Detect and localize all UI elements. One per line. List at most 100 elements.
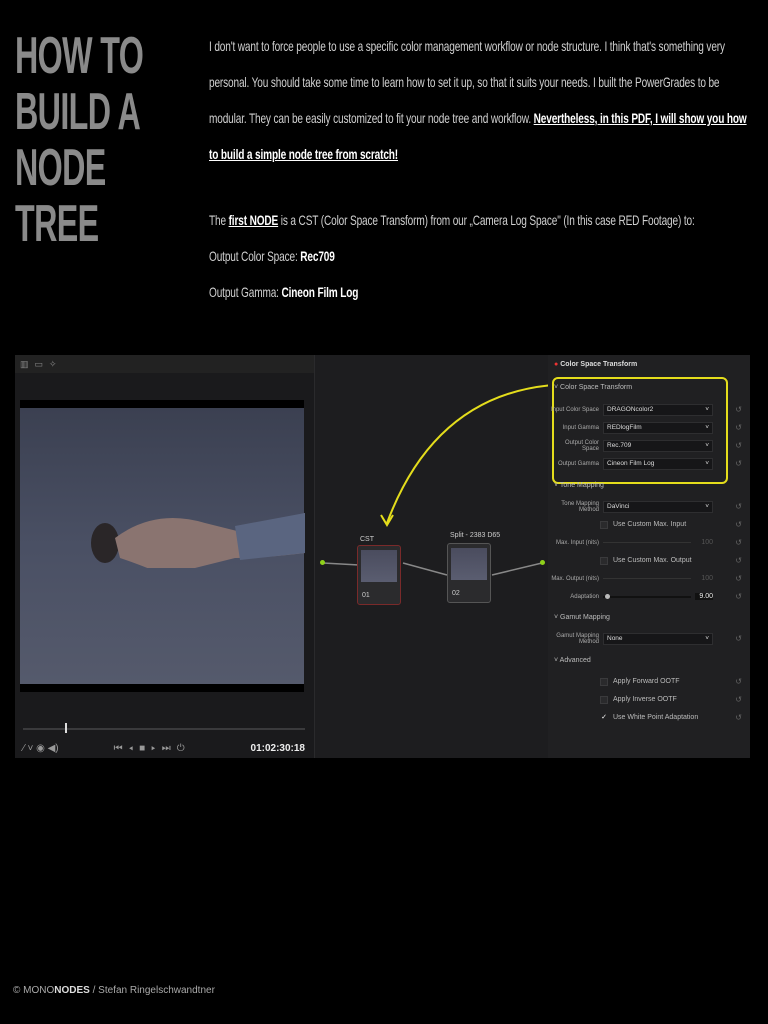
reset-icon[interactable]: ↺	[735, 695, 742, 704]
dropdown-value: DRAGONcolor2	[607, 406, 654, 413]
section-label: Advanced	[559, 657, 591, 664]
field-label: Max. Output (nits)	[551, 575, 599, 582]
field-label: Gamut Mapping Method	[556, 632, 599, 645]
reset-icon[interactable]: ↺	[735, 574, 742, 583]
dropdown[interactable]: DRAGONcolor2 ˅	[603, 403, 713, 416]
section-advanced[interactable]: ˅ Advanced	[554, 657, 591, 664]
reset-icon[interactable]: ↺	[735, 423, 742, 432]
input-dot	[320, 560, 325, 565]
first-node-link: first NODE	[228, 212, 279, 228]
checkbox-row: Use Custom Max. Input ↺	[548, 518, 750, 531]
reset-icon[interactable]: ↺	[735, 502, 742, 511]
dropdown[interactable]: Rec.709 ˅	[603, 439, 713, 452]
reset-icon[interactable]: ↺	[735, 459, 742, 468]
value[interactable]: 100	[695, 539, 713, 546]
reset-icon[interactable]: ↺	[735, 441, 742, 450]
field-label: Output Color Space	[564, 439, 599, 452]
section-cst[interactable]: ˅ Color Space Transform	[554, 384, 632, 391]
playhead[interactable]	[65, 723, 68, 733]
node-label: 01	[362, 592, 370, 599]
footer-author: / Stefan Ringelschwandtner	[89, 985, 215, 996]
wand-icon[interactable]: ✧	[49, 359, 57, 370]
value[interactable]: 100	[695, 575, 713, 582]
field-label: Tone Mapping Method	[561, 500, 599, 513]
field-label: Adaptation	[570, 593, 599, 600]
section-tone[interactable]: ˅ Tone Mapping	[554, 482, 604, 489]
figure-image	[91, 513, 305, 568]
footer-brand: NODES	[54, 985, 90, 996]
node-title: Split - 2383 D65	[450, 532, 501, 539]
transport-controls: ⁄ ˅ ◉ ◀) ⏮◂■▸⏭⏻ 01:02:30:18	[23, 741, 305, 755]
checkbox[interactable]	[600, 520, 608, 529]
dropdown-value: Cineon Film Log	[607, 460, 655, 467]
field-row: Output Color Space Rec.709 ˅ ↺	[548, 439, 750, 452]
output-dot	[540, 560, 545, 565]
reset-icon[interactable]: ↺	[735, 634, 742, 643]
checkbox[interactable]	[600, 556, 608, 565]
page-title: HOW TO BUILD A NODE TREE	[15, 28, 176, 252]
checkbox-label: Use Custom Max. Input	[613, 521, 687, 528]
frame-icon[interactable]: ▭	[35, 359, 44, 370]
viewer-panel: ▥ ▭ ✧ ⁄ ˅ ◉ ◀) ⏮◂■▸⏭⏻ 01:02:30:18	[15, 355, 315, 758]
reset-icon[interactable]: ↺	[735, 677, 742, 686]
reset-icon[interactable]: ↺	[735, 592, 742, 601]
dropdown[interactable]: DaVinci ˅	[603, 500, 713, 513]
node-cst[interactable]: 01	[357, 545, 401, 605]
playback-buttons[interactable]: ⏮◂■▸⏭⏻	[114, 743, 191, 754]
reset-icon[interactable]: ↺	[735, 556, 742, 565]
node-title: CST	[360, 536, 374, 543]
reset-icon[interactable]: ↺	[735, 520, 742, 529]
label: Output Gamma:	[209, 284, 282, 300]
section-label: Tone Mapping	[559, 482, 604, 489]
field-row: Output Gamma Cineon Film Log ˅ ↺	[548, 457, 750, 470]
section-label: Gamut Mapping	[560, 614, 610, 621]
reset-icon[interactable]: ↺	[735, 713, 742, 722]
checkbox-checked[interactable]: ✓	[600, 714, 608, 722]
checkbox-label: Use White Point Adaptation	[613, 714, 699, 721]
checkbox-label: Apply Forward OOTF	[613, 678, 680, 685]
node-editor: CST 01 Split - 2383 D65 02	[315, 355, 548, 758]
reset-icon[interactable]: ↺	[735, 538, 742, 547]
checkbox[interactable]	[600, 677, 608, 686]
field-row: Tone Mapping Method DaVinci ˅ ↺	[548, 500, 750, 513]
inspector-panel: ● Color Space Transform ˅ Color Space Tr…	[548, 355, 750, 758]
mute-icon[interactable]: ◉ ◀)	[36, 743, 59, 754]
field-row: Gamut Mapping Method None ˅ ↺	[548, 632, 750, 645]
value[interactable]: 9.00	[695, 593, 713, 600]
checkbox-label: Apply Inverse OOTF	[613, 696, 677, 703]
enable-icon[interactable]: ●	[554, 361, 558, 368]
adaptation-slider[interactable]	[603, 593, 691, 599]
slider[interactable]	[603, 578, 691, 579]
value: Rec709	[300, 248, 335, 264]
dropdown[interactable]: REDlogFilm ˅	[603, 421, 713, 434]
field-label: Input Gamma	[562, 424, 599, 431]
video-frame	[20, 400, 305, 692]
timecode: 01:02:30:18	[250, 742, 305, 754]
title-line: HOW TO BUILD A	[15, 27, 144, 141]
slider[interactable]	[603, 542, 691, 543]
reset-icon[interactable]: ↺	[735, 405, 742, 414]
dropdown[interactable]: None ˅	[603, 632, 713, 645]
dropdown-value: None	[607, 635, 623, 642]
dropdown-value: REDlogFilm	[607, 424, 642, 431]
viewer-toolbar: ▥ ▭ ✧	[15, 355, 314, 373]
pen-icon[interactable]: ⁄ ˅	[23, 743, 33, 754]
inspector-header: ● Color Space Transform	[554, 361, 637, 368]
header-label: Color Space Transform	[560, 361, 638, 368]
slider-row: Max. Input (nits) 100 ↺	[548, 536, 750, 549]
checkbox[interactable]	[600, 695, 608, 704]
layout-icon[interactable]: ▥	[20, 359, 29, 370]
field-row: Input Color Space DRAGONcolor2 ˅ ↺	[548, 403, 750, 416]
slider-row: Max. Output (nits) 100 ↺	[548, 572, 750, 585]
field-row: Input Gamma REDlogFilm ˅ ↺	[548, 421, 750, 434]
node-thumbnail	[361, 550, 397, 582]
video-image	[20, 408, 305, 684]
dropdown[interactable]: Cineon Film Log ˅	[603, 457, 713, 470]
node-split[interactable]: 02	[447, 543, 491, 603]
text: The	[209, 212, 229, 228]
resolve-screenshot: ▥ ▭ ✧ ⁄ ˅ ◉ ◀) ⏮◂■▸⏭⏻ 01:02:30:18 CST 01 S…	[15, 355, 750, 758]
output-gamma: Output Gamma: Cineon Film Log	[209, 274, 754, 310]
slider-row: Adaptation 9.00 ↺	[548, 590, 750, 603]
section-gamut[interactable]: ˅ Gamut Mapping	[554, 614, 610, 621]
checkbox-row: Apply Forward OOTF ↺	[548, 675, 750, 688]
